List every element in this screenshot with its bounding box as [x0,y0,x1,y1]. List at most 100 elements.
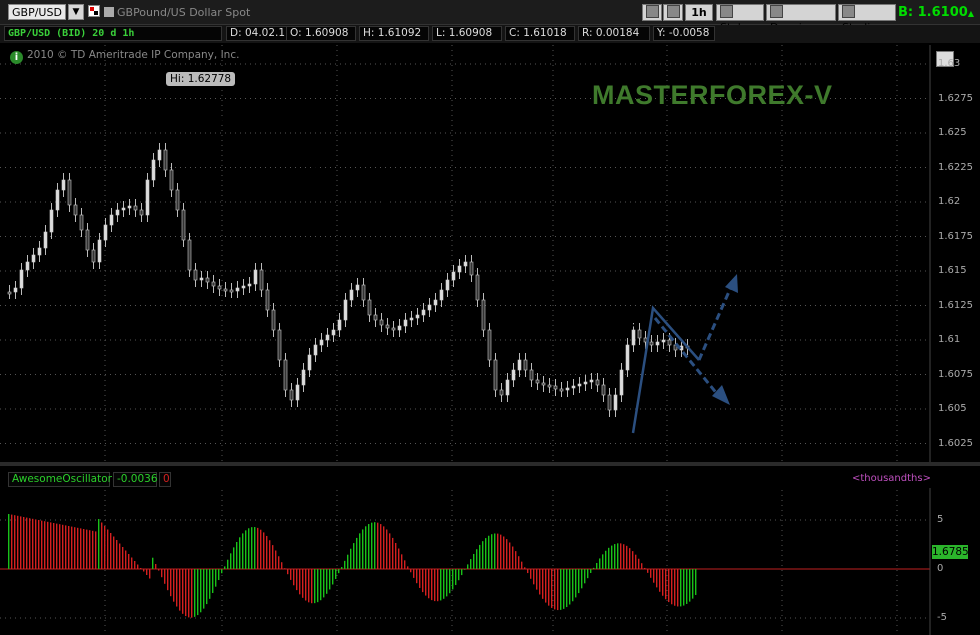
osc-bar [41,520,43,569]
osc-bar [140,568,142,569]
candle-body [229,289,234,293]
down-arrow-head-icon [712,385,730,405]
osc-bar [422,569,424,593]
price-tick-label: 1.61 [938,334,961,345]
osc-bar [569,569,571,605]
osc-bar [362,529,364,569]
osc-bar [428,569,430,599]
oscillator-grid [0,490,930,635]
osc-bar [638,558,640,569]
candle-body [151,159,156,181]
osc-bar [197,569,199,616]
oscillator-zero-value: 0 [159,472,171,487]
candle-body [589,379,594,383]
osc-bar [503,536,505,569]
osc-bar [407,566,409,569]
osc-bar [644,567,646,569]
osc-bar [515,551,517,569]
candle-body [613,394,618,411]
candle-body [235,287,240,292]
osc-bar [86,529,88,569]
candle-body [97,239,102,263]
candle-body [73,204,78,216]
osc-bar [443,569,445,599]
osc-bar [191,569,193,618]
candle-body [655,341,660,346]
osc-bar [11,514,13,569]
candle-body [601,384,606,396]
osc-bar [572,569,574,602]
candle-body [475,274,480,301]
osc-bar [575,569,577,598]
osc-bar [596,562,598,569]
candle-body [187,239,192,271]
candle-body [427,304,432,311]
pane-separator[interactable] [0,462,980,466]
osc-bar [500,534,502,569]
osc-bar [476,549,478,569]
osc-bar [380,524,382,569]
osc-bar [566,569,568,608]
osc-bar [584,569,586,584]
osc-bar [440,569,442,601]
osc-bar [167,569,169,591]
candle-body [637,329,642,339]
osc-bar [170,569,172,597]
osc-bar [632,551,634,569]
candle-body [379,319,384,326]
osc-bar [605,550,607,569]
oscillator-name[interactable]: AwesomeOscillator [8,472,112,487]
osc-bar [581,569,583,589]
osc-bar [260,529,262,569]
osc-bar [338,569,340,574]
info-icon[interactable]: i [10,51,23,64]
osc-bar [8,514,10,569]
osc-bar [65,525,67,569]
osc-bar [389,533,391,569]
osc-bar [347,554,349,569]
osc-bar [392,537,394,569]
osc-bar [671,569,673,605]
osc-bar [149,569,151,579]
osc-bar [530,569,532,579]
price-tick-label: 1.605 [938,403,967,414]
osc-bar [461,569,463,576]
candle-body [127,205,132,209]
osc-bar [47,521,49,569]
candle-body [547,384,552,388]
candle-body [319,339,324,346]
candle-body [55,189,60,211]
osc-bar [659,569,661,592]
osc-bar [209,569,211,599]
candle-body [439,289,444,301]
osc-bar [296,569,298,591]
osc-bar [155,564,157,569]
osc-bar [98,519,100,569]
osc-bar [311,569,313,604]
osc-bar [647,569,649,573]
candle-body [115,209,120,216]
osc-bar [368,524,370,569]
candle-body [565,387,570,391]
osc-bar [326,569,328,594]
osc-bar [218,569,220,581]
oscillator-current-value: 1.6785 [932,545,969,559]
osc-bar [482,541,484,569]
osc-bar [635,554,637,569]
osc-bar [506,539,508,569]
candle-body [331,329,336,336]
osc-bar [335,569,337,580]
candle-body [649,341,654,346]
osc-bar [665,569,667,600]
candle-body [337,319,342,331]
osc-bar [308,569,310,603]
candle-body [541,382,546,386]
osc-bar [470,559,472,569]
osc-tick-label: -5 [937,612,947,623]
candle-body [499,389,504,396]
price-tick-label: 1.6075 [938,368,973,380]
osc-bar [434,569,436,602]
candle-body [283,359,288,391]
osc-bar [314,569,316,604]
candle-body [433,299,438,306]
